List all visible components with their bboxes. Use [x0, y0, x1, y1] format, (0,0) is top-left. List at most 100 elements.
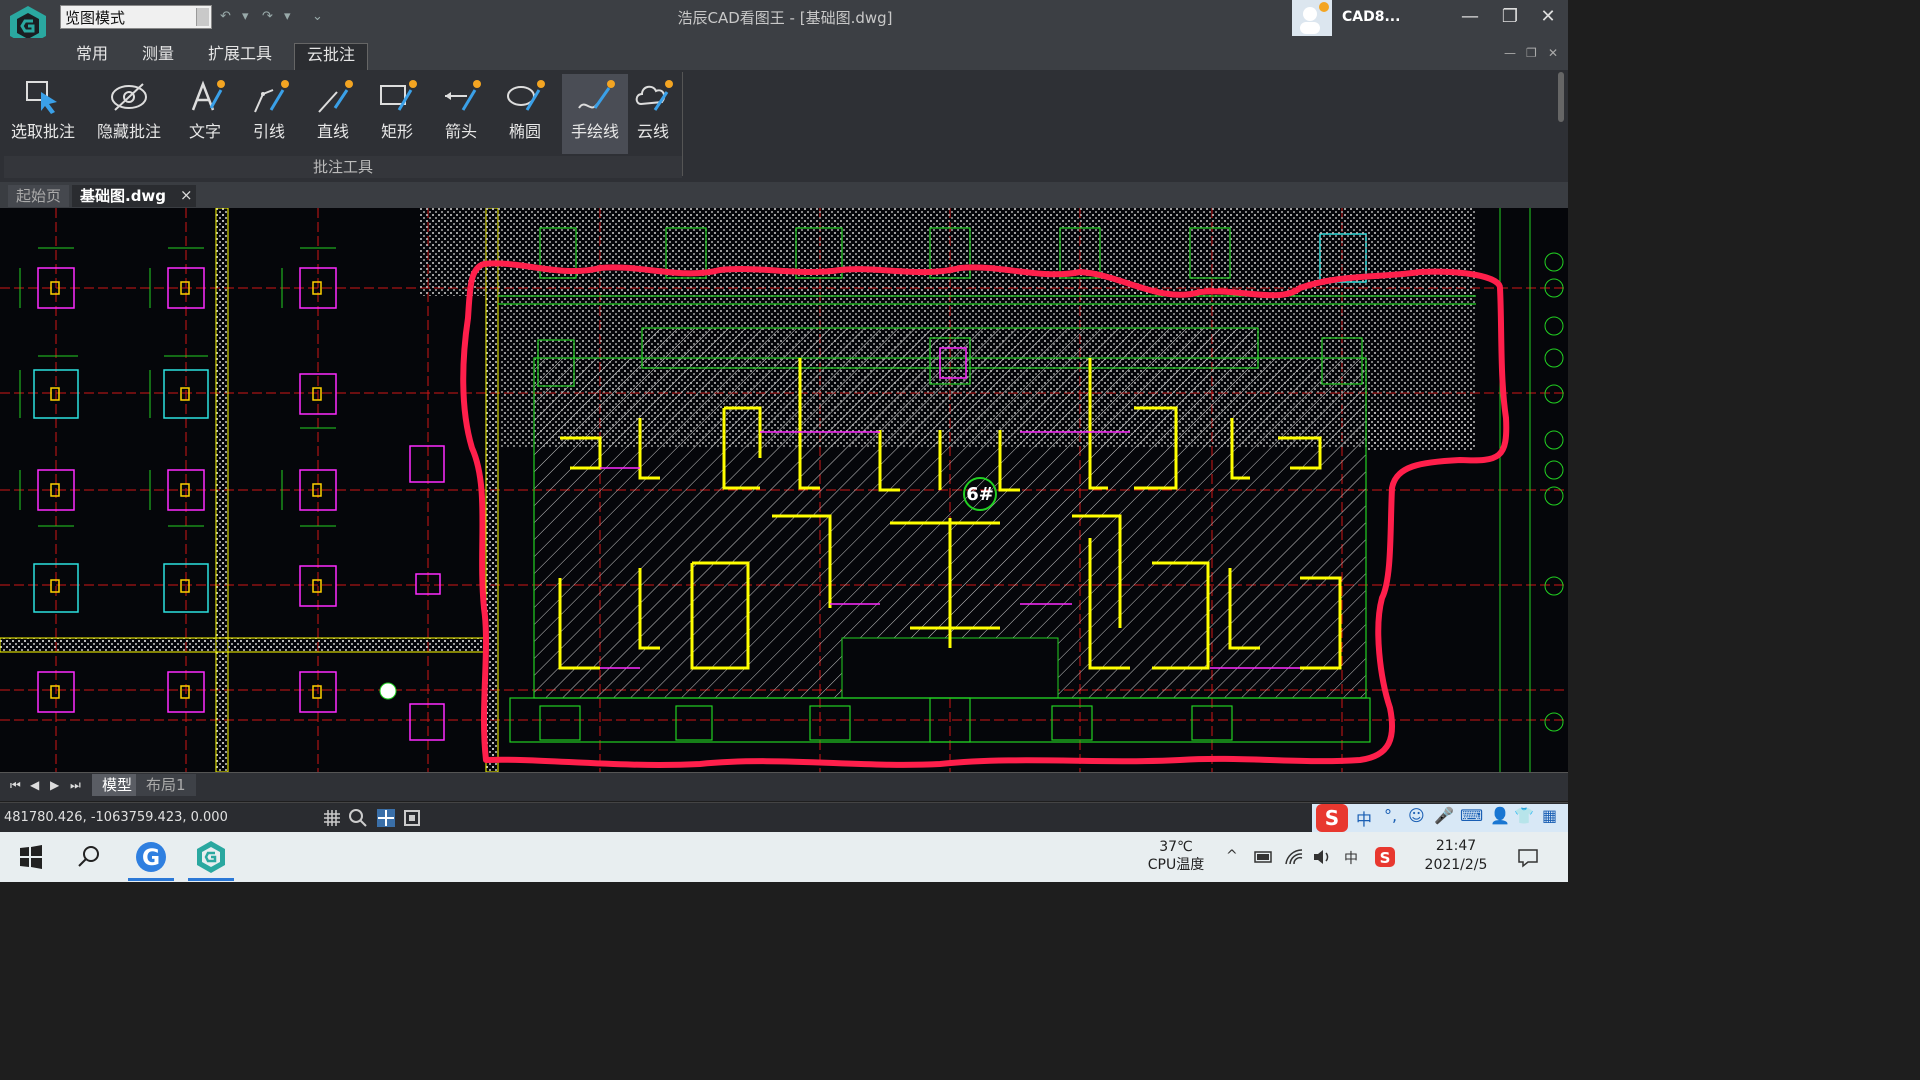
ime-skin-icon[interactable]: 👕	[1514, 806, 1534, 825]
notification-icon[interactable]	[1516, 846, 1540, 870]
tab-measure[interactable]: 测量	[130, 43, 186, 69]
arrow-icon	[445, 80, 481, 111]
tab-layout1[interactable]: 布局1	[136, 774, 196, 796]
undo-dropdown-icon[interactable]: ▾	[242, 9, 249, 24]
view-mode-select[interactable]: 览图模式	[60, 5, 212, 29]
search-icon[interactable]	[70, 838, 108, 876]
battery-icon[interactable]	[1254, 850, 1274, 864]
taskbar-active-indicator	[188, 878, 234, 881]
cad-viewer-taskbar-icon[interactable]	[192, 838, 230, 876]
arrow-button[interactable]: 箭头	[428, 74, 494, 154]
ellipse-icon	[507, 80, 545, 111]
doc-close-icon[interactable]: ✕	[1548, 46, 1558, 60]
next-layout-icon[interactable]: ▶	[50, 778, 59, 792]
customize-quick-access-icon[interactable]: ⌄	[312, 9, 323, 24]
prev-layout-icon[interactable]: ◀	[30, 778, 39, 792]
volume-icon[interactable]	[1312, 848, 1332, 866]
redo-icon[interactable]: ↷	[262, 9, 273, 24]
wall-strip	[0, 637, 489, 653]
doc-restore-icon[interactable]: ❐	[1526, 46, 1537, 60]
maximize-icon[interactable]: ❐	[1492, 2, 1528, 32]
tab-close-icon[interactable]: ×	[180, 186, 193, 204]
select-annotation-button[interactable]: 选取批注	[10, 74, 76, 154]
ime-lang-toggle[interactable]: 中	[1356, 806, 1372, 830]
hide-annotation-label: 隐藏批注	[96, 122, 161, 141]
input-language[interactable]: 中	[1344, 848, 1358, 868]
leader-button[interactable]: 引线	[236, 74, 302, 154]
hide-annotation-button[interactable]: 隐藏批注	[96, 74, 162, 154]
hide-annotation-icon	[111, 83, 147, 111]
user-name[interactable]: CAD8...	[1342, 9, 1400, 25]
tab-extension-tools[interactable]: 扩展工具	[196, 43, 284, 69]
ime-keyboard-icon[interactable]: ⌨	[1460, 806, 1483, 825]
line-label: 直线	[316, 122, 349, 141]
leader-label: 引线	[252, 122, 285, 141]
svg-text:S: S	[1380, 849, 1391, 867]
tab-common[interactable]: 常用	[64, 43, 120, 69]
window-title: 浩辰CAD看图王 - [基础图.dwg]	[677, 9, 893, 27]
chevron-down-icon[interactable]	[196, 8, 209, 26]
windows-start-icon[interactable]	[12, 838, 50, 876]
zoom-icon[interactable]	[348, 808, 368, 828]
freehand-label: 手绘线	[570, 122, 619, 141]
ribbon-group-label: 批注工具	[4, 156, 682, 178]
text-icon	[191, 80, 225, 111]
svg-text:G: G	[142, 846, 160, 871]
doc-minimize-icon[interactable]: —	[1504, 46, 1516, 60]
line-button[interactable]: 直线	[300, 74, 366, 154]
grid-toggle-icon[interactable]	[322, 808, 342, 828]
tab-model[interactable]: 模型	[92, 774, 143, 796]
wall-strip	[215, 208, 229, 772]
tab-drawing-file[interactable]: 基础图.dwg	[72, 185, 197, 207]
tray-expand-icon[interactable]: ^	[1226, 848, 1238, 864]
cloud-line-label: 云线	[636, 122, 669, 141]
last-layout-icon[interactable]: ⏭	[70, 778, 81, 793]
text-button[interactable]: 文字	[172, 74, 238, 154]
temperature-label: CPU温度	[1147, 857, 1205, 873]
gstarcad-taskbar-icon[interactable]: G	[132, 838, 170, 876]
rectangle-button[interactable]: 矩形	[364, 74, 430, 154]
building-tag: 6#	[966, 484, 994, 505]
undo-icon[interactable]: ↶	[220, 9, 231, 24]
snap-icon[interactable]	[376, 808, 396, 828]
ellipse-label: 椭圆	[508, 122, 541, 141]
sogou-tray-icon[interactable]: S	[1374, 846, 1396, 868]
close-icon[interactable]: ✕	[1530, 2, 1566, 32]
cursor-coordinates: 481780.426, -1063759.423, 0.000	[4, 810, 228, 825]
ime-user-icon[interactable]: 👤	[1490, 806, 1510, 825]
clock-time: 21:47	[1435, 838, 1477, 854]
ellipse-button[interactable]: 椭圆	[492, 74, 558, 154]
ime-emoji-icon[interactable]: ☺	[1408, 806, 1425, 825]
cloud-line-button[interactable]: 云线	[620, 74, 686, 154]
first-layout-icon[interactable]: ⏮	[10, 778, 21, 793]
taskbar	[0, 832, 1568, 882]
footing-pads	[37, 267, 445, 741]
ime-menu-icon[interactable]: ▦	[1542, 806, 1557, 825]
svg-text:S: S	[1325, 806, 1339, 830]
rectangle-icon	[380, 80, 417, 111]
text-label: 文字	[188, 122, 221, 141]
sogou-ime-icon[interactable]: S	[1316, 804, 1348, 832]
freehand-button[interactable]: 手绘线	[562, 74, 628, 154]
document-tab-bar	[0, 182, 1568, 209]
user-avatar[interactable]	[1292, 0, 1332, 36]
redo-dropdown-icon[interactable]: ▾	[284, 9, 291, 24]
taskbar-clock[interactable]: 21:47 2021/2/5	[1414, 837, 1498, 875]
freehand-icon	[578, 80, 615, 109]
taskbar-active-indicator	[128, 878, 174, 881]
arrow-label: 箭头	[444, 122, 477, 141]
fullscreen-icon[interactable]	[402, 808, 422, 828]
ribbon-scrollbar[interactable]	[1558, 72, 1564, 122]
minimize-icon[interactable]: —	[1452, 2, 1488, 32]
drawing-canvas[interactable]: 6#	[0, 208, 1568, 772]
layout-tab-bar	[0, 772, 1568, 801]
line-icon	[318, 80, 353, 113]
ime-punctuation[interactable]: °,	[1384, 806, 1397, 825]
tab-cloud-annotation[interactable]: 云批注	[294, 43, 369, 70]
ime-voice-icon[interactable]: 🎤	[1434, 806, 1454, 825]
temperature-value: 37℃	[1159, 839, 1193, 855]
wifi-icon[interactable]	[1284, 848, 1304, 866]
tab-start-page[interactable]: 起始页	[8, 185, 70, 207]
select-annotation-label: 选取批注	[10, 122, 75, 141]
clock-date: 2021/2/5	[1424, 857, 1488, 873]
